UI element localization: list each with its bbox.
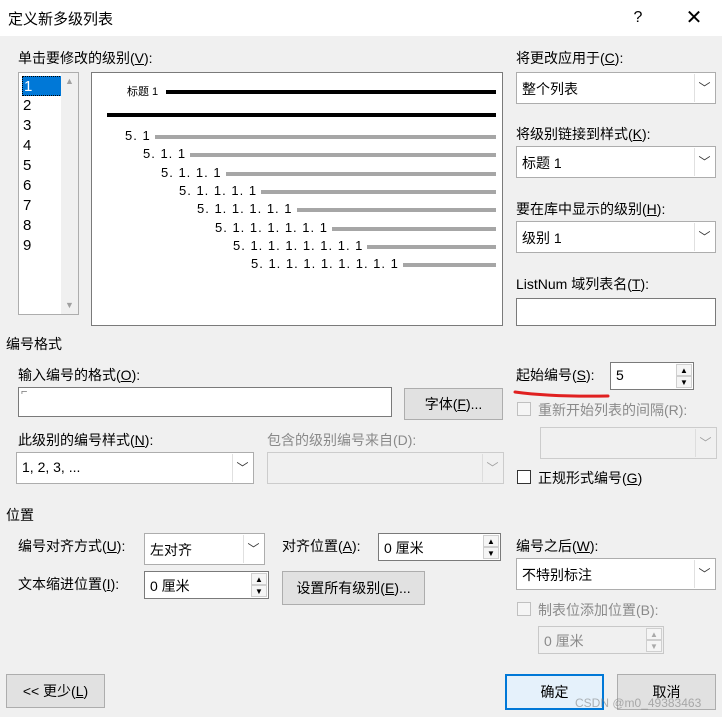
preview-level-line (190, 153, 496, 158)
chevron-down-icon[interactable]: ﹀ (694, 223, 714, 251)
spin-down-icon[interactable]: ▼ (483, 547, 499, 559)
number-style-label: 此级别的编号样式(N): (18, 432, 154, 448)
link-style-select[interactable]: 标题 1 ﹀ (516, 146, 716, 178)
start-at-label: 起始编号(S): (516, 367, 595, 383)
follow-number-select[interactable]: 不特别标注 ﹀ (516, 558, 716, 590)
chevron-down-icon[interactable]: ﹀ (482, 454, 502, 482)
restart-select[interactable]: ﹀ (540, 427, 717, 459)
preview-body-line (107, 113, 496, 117)
preview-level-line (403, 263, 496, 268)
number-style-select[interactable]: 1, 2, 3, ... ﹀ (16, 452, 254, 484)
preview-heading-line (166, 90, 496, 94)
restart-label: 重新开始列表的间隔(R): (538, 402, 688, 418)
chevron-down-icon[interactable]: ﹀ (694, 148, 714, 176)
include-level-label: 包含的级别编号来自(D): (267, 432, 417, 448)
follow-number-label: 编号之后(W): (516, 538, 599, 554)
align-at-spinner[interactable]: 0 厘米 ▲ ▼ (378, 533, 501, 561)
gallery-level-select[interactable]: 级别 1 ﹀ (516, 221, 716, 253)
level-list-label: 单击要修改的级别(V): (18, 50, 153, 66)
preview-level-number: 5. 1. 1. 1. 1. 1. 1. 1 (233, 237, 364, 253)
gallery-level-label: 要在库中显示的级别(H): (516, 201, 666, 217)
dialog-title: 定义新多级列表 (8, 11, 114, 28)
preview-level-line (155, 135, 496, 139)
chevron-down-icon[interactable]: ﹀ (695, 429, 715, 457)
number-format-section-title: 编号格式 (6, 336, 62, 352)
preview-level-line (297, 208, 496, 213)
alignment-select[interactable]: 左对齐 ﹀ (144, 533, 265, 565)
watermark: CSDN @m0_49383463 (575, 696, 702, 710)
spin-up-icon[interactable]: ▲ (676, 364, 692, 376)
preview-level-number: 5. 1. 1. 1. 1. 1. 1 (215, 219, 328, 235)
preview-level-number: 5. 1. 1. 1. 1. 1 (197, 201, 293, 217)
include-level-select[interactable]: ﹀ (267, 452, 504, 484)
level-item[interactable]: 9 (22, 236, 62, 256)
preview-level-line (226, 171, 496, 176)
legal-numbering-checkbox[interactable] (517, 470, 531, 484)
apply-to-select[interactable]: 整个列表 ﹀ (516, 72, 716, 104)
level-item[interactable]: 6 (22, 176, 62, 196)
legal-numbering-label: 正规形式编号(G) (538, 470, 643, 486)
chevron-down-icon[interactable]: ﹀ (243, 535, 263, 563)
preview-level-line (367, 244, 496, 249)
level-item[interactable]: 2 (22, 96, 62, 116)
position-section-title: 位置 (6, 507, 34, 523)
spin-up-icon[interactable]: ▲ (483, 535, 499, 547)
spin-up-icon[interactable]: ▲ (251, 573, 267, 585)
add-tab-label: 制表位添加位置(B): (538, 602, 659, 618)
preview-level-number: 5. 1. 1. 1. 1 (179, 182, 258, 198)
indent-label: 文本缩进位置(I): (18, 576, 120, 592)
chevron-down-icon[interactable]: ﹀ (694, 74, 714, 102)
level-item[interactable]: 4 (22, 136, 62, 156)
numbering-preview: 标题 1 5. 1 5. 1. 1 5. 1. 1. 1 5. 1. 1. 1. 1 5… (91, 72, 503, 326)
level-item[interactable]: 1 (22, 76, 62, 96)
preview-heading-label: 标题 1 (127, 86, 159, 98)
field-code-icon: ⌐ (21, 386, 28, 398)
level-listbox[interactable]: 123456789 ▲ ▼ (18, 72, 79, 315)
spin-down-icon[interactable]: ▼ (251, 585, 267, 597)
spin-down-icon[interactable]: ▼ (646, 640, 662, 652)
tab-position-spinner[interactable]: 0 厘米 ▲ ▼ (538, 626, 664, 654)
preview-level-line (261, 189, 496, 194)
level-item[interactable]: 5 (22, 156, 62, 176)
close-button[interactable]: ✕ (676, 4, 712, 32)
listnum-label: ListNum 域列表名(T): (516, 276, 650, 292)
preview-level-number: 5. 1 (125, 128, 151, 143)
listnum-input[interactable] (516, 298, 716, 326)
add-tab-checkbox[interactable] (517, 602, 531, 616)
preview-level-number: 5. 1. 1. 1. 1. 1. 1. 1. 1 (251, 256, 399, 272)
help-button[interactable]: ? (624, 6, 652, 30)
level-item[interactable]: 7 (22, 196, 62, 216)
level-item[interactable]: 8 (22, 216, 62, 236)
level-list-scrollbar[interactable]: ▲ ▼ (61, 73, 78, 314)
spin-up-icon[interactable]: ▲ (646, 628, 662, 640)
format-input-label: 输入编号的格式(O): (18, 367, 141, 383)
preview-level-line (332, 226, 496, 231)
chevron-down-icon[interactable]: ﹀ (694, 560, 714, 588)
preview-level-number: 5. 1. 1 (143, 146, 187, 162)
font-button[interactable]: 字体(F)... (404, 388, 503, 420)
set-all-levels-button[interactable]: 设置所有级别(E)... (282, 571, 425, 605)
start-at-spinner[interactable]: 5 ▲ ▼ (610, 362, 694, 390)
less-button[interactable]: << 更少(L) (6, 674, 105, 708)
align-at-label: 对齐位置(A): (282, 538, 361, 554)
restart-checkbox[interactable] (517, 402, 531, 416)
scroll-down-icon[interactable]: ▼ (61, 297, 78, 314)
link-style-label: 将级别链接到样式(K): (516, 126, 651, 142)
level-item[interactable]: 3 (22, 116, 62, 136)
scroll-up-icon[interactable]: ▲ (61, 73, 78, 90)
indent-spinner[interactable]: 0 厘米 ▲ ▼ (144, 571, 269, 599)
apply-to-label: 将更改应用于(C): (516, 50, 624, 66)
spin-down-icon[interactable]: ▼ (676, 376, 692, 388)
chevron-down-icon[interactable]: ﹀ (232, 454, 252, 482)
preview-level-number: 5. 1. 1. 1 (161, 164, 222, 180)
align-label: 编号对齐方式(U): (18, 538, 126, 554)
number-format-input[interactable]: ⌐ (18, 386, 392, 417)
